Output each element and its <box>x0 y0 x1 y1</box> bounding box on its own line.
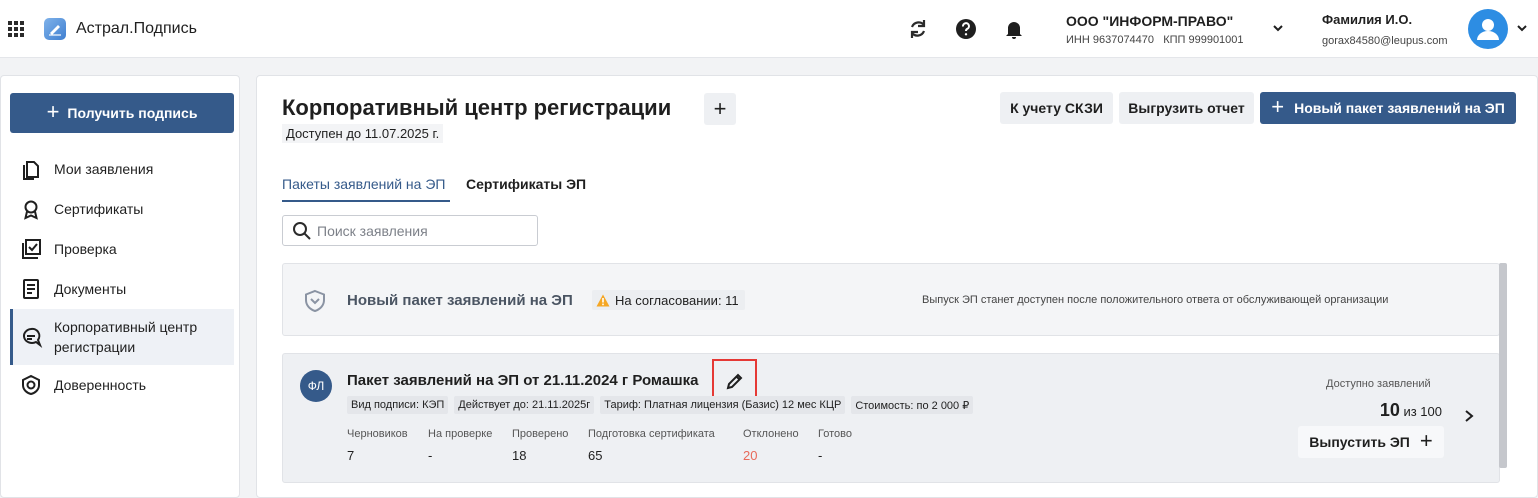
plus-icon: + <box>713 96 727 121</box>
stat-rejected: Отклонено 20 <box>743 428 799 463</box>
sidebar-item-corporate-center[interactable]: Корпоративный центр регистрации <box>10 309 234 365</box>
new-package-card[interactable]: Новый пакет заявлений на ЭП На согласова… <box>282 263 1500 336</box>
pencil-icon <box>726 373 742 389</box>
organization-details: ИНН 9637074470 КПП 999901001 <box>1066 34 1244 46</box>
package-tags: Вид подписи: КЭП Действует до: 21.11.202… <box>347 396 974 414</box>
issue-signature-button[interactable]: Выпустить ЭП + <box>1298 426 1444 458</box>
document-icon <box>23 279 39 299</box>
stat-drafts: Черновиков 7 <box>347 428 408 463</box>
available-applications-label: Доступно заявлений <box>1326 378 1431 390</box>
sidebar-item-documents[interactable]: Документы <box>10 275 234 303</box>
plus-icon: + <box>46 99 60 124</box>
package-card[interactable]: ФЛ Пакет заявлений на ЭП от 21.11.2024 г… <box>282 353 1500 483</box>
sidebar-item-power-of-attorney[interactable]: Доверенность <box>10 371 234 399</box>
sidebar: + Получить подпись Мои заявления Сертифи… <box>0 75 240 498</box>
copy-document-icon <box>23 161 39 180</box>
main-panel: Корпоративный центр регистрации + Доступ… <box>256 75 1538 498</box>
add-button[interactable]: + <box>704 93 736 125</box>
shield-check-icon <box>22 374 40 396</box>
stat-checked: Проверено 18 <box>512 428 569 463</box>
active-tab-indicator <box>282 200 450 202</box>
sidebar-item-my-applications[interactable]: Мои заявления <box>10 155 234 183</box>
scrollbar[interactable] <box>1499 263 1507 468</box>
stat-ready: Готово - <box>818 428 852 463</box>
plus-icon: + <box>1419 428 1433 453</box>
card-title: Новый пакет заявлений на ЭП <box>347 292 573 309</box>
top-bar: Астрал.Подпись ООО "ИНФОРМ-ПРАВО" ИНН 96… <box>0 0 1538 58</box>
plus-icon: + <box>1271 94 1285 119</box>
availability-label: Доступен до 11.07.2025 г. <box>282 124 444 143</box>
shield-icon <box>305 289 325 313</box>
available-applications-count: 10 из 100 <box>1379 400 1442 420</box>
stat-certificate-prep: Подготовка сертификата 65 <box>588 428 715 463</box>
search-box[interactable] <box>282 215 538 246</box>
chevron-down-icon[interactable] <box>1272 22 1284 34</box>
sidebar-item-check[interactable]: Проверка <box>10 235 234 263</box>
tag-cost: Стоимость: по 2 000 ₽ <box>851 396 974 414</box>
page-title: Корпоративный центр регистрации <box>282 95 672 120</box>
apps-grid-icon[interactable] <box>8 21 24 37</box>
user-email: gorax84580@leupus.com <box>1322 35 1448 47</box>
get-signature-button[interactable]: + Получить подпись <box>10 93 234 133</box>
card-note: Выпуск ЭП станет доступен после положите… <box>922 294 1389 306</box>
stat-in-review: На проверке - <box>428 428 493 463</box>
organization-name[interactable]: ООО "ИНФОРМ-ПРАВО" <box>1066 13 1233 29</box>
chevron-down-icon[interactable] <box>1516 22 1528 34</box>
app-title[interactable]: Астрал.Подпись <box>76 20 197 38</box>
status-badge: На согласовании: 11 <box>592 290 745 310</box>
export-report-button[interactable]: Выгрузить отчет <box>1119 92 1254 124</box>
tag-tariff: Тариф: Платная лицензия (Базис) 12 мес К… <box>600 396 846 414</box>
award-icon <box>24 200 38 220</box>
skzi-button[interactable]: К учету СКЗИ <box>1000 92 1113 124</box>
card-title: Пакет заявлений на ЭП от 21.11.2024 г Ро… <box>347 372 699 389</box>
user-avatar[interactable] <box>1468 9 1508 49</box>
search-icon <box>293 222 311 240</box>
sidebar-item-certificates[interactable]: Сертификаты <box>10 195 234 223</box>
tab-packages[interactable]: Пакеты заявлений на ЭП <box>282 176 445 192</box>
tag-signature-type: Вид подписи: КЭП <box>347 396 449 414</box>
chevron-right-icon[interactable] <box>1463 409 1475 423</box>
bell-icon[interactable] <box>1002 17 1026 41</box>
checkbox-icon <box>22 239 41 259</box>
entity-avatar: ФЛ <box>300 370 332 402</box>
warning-icon <box>596 294 610 306</box>
help-icon[interactable] <box>954 17 978 41</box>
refresh-icon[interactable] <box>906 17 930 41</box>
app-logo[interactable] <box>44 18 66 40</box>
user-name[interactable]: Фамилия И.О. <box>1322 12 1412 27</box>
tab-certificates[interactable]: Сертификаты ЭП <box>466 176 586 192</box>
chat-bubble-icon <box>23 327 43 348</box>
new-package-button[interactable]: + Новый пакет заявлений на ЭП <box>1260 92 1516 124</box>
tag-valid-until: Действует до: 21.11.2025г <box>454 396 595 414</box>
search-input[interactable] <box>317 220 527 242</box>
user-icon <box>1477 19 1499 40</box>
